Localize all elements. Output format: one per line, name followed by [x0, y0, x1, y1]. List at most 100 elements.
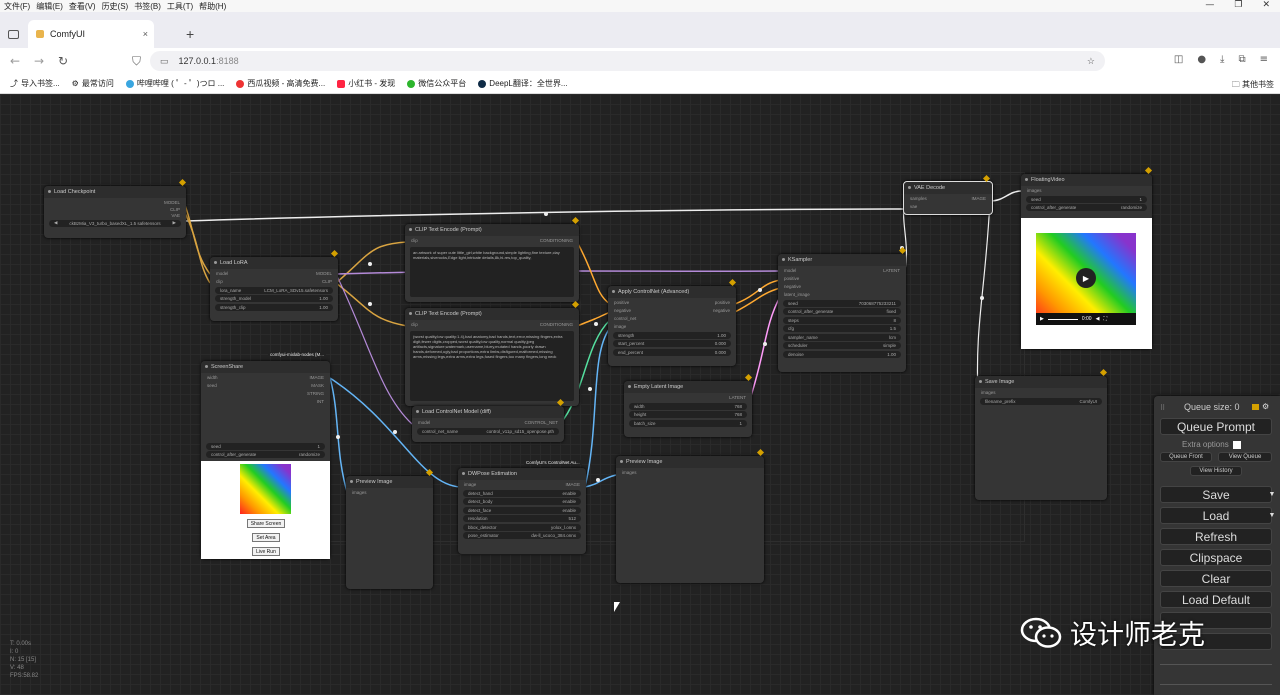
ckpt-name-widget[interactable]: ◀ ckBzMia_V3_turbo_basedXL_1.5 safetensor… [49, 219, 181, 227]
steps-widget[interactable]: steps 8 [783, 316, 901, 324]
input-images[interactable]: images [1027, 188, 1042, 193]
denoise-widget[interactable]: denoise 1.00 [783, 350, 901, 358]
fullscreen-icon[interactable]: ⛶ [1103, 316, 1107, 322]
set-area-button[interactable]: Set Area [252, 533, 280, 542]
tab-comfyui[interactable]: ComfyUI × [28, 20, 154, 48]
output-control-net[interactable]: CONTROL_NET [524, 420, 558, 425]
input-latent-image[interactable]: latent_image [784, 292, 810, 297]
output-image[interactable]: IMAGE [971, 196, 986, 201]
page-info-icon[interactable]: ▭ [160, 56, 169, 67]
node-apply-controlnet[interactable]: Apply ControlNet (Advanced) positive posi… [608, 286, 736, 366]
output-model[interactable]: MODEL [316, 271, 332, 276]
input-images[interactable]: images [981, 390, 996, 395]
bookmark-star-icon[interactable]: ☆ [1087, 56, 1095, 67]
start-percent-widget[interactable]: start_percent 0.000 [613, 340, 731, 347]
queue-front-button[interactable]: Queue Front [1160, 452, 1212, 462]
video-controls[interactable]: ▶ 0:00 ◀ ⛶ [1036, 313, 1136, 325]
node-preview-image-pose[interactable]: Preview Image images [616, 456, 764, 583]
input-clip[interactable]: clip [411, 322, 418, 327]
load-button[interactable]: Load [1160, 507, 1272, 524]
detect-face-widget[interactable]: detect_face enable [463, 506, 581, 514]
menu-tools[interactable]: 工具(T) [167, 1, 193, 12]
account-icon[interactable]: ● [1197, 54, 1206, 65]
control-after-generate-widget[interactable]: control_after_generate randomize [206, 451, 325, 458]
back-arrow-icon[interactable]: ← [10, 54, 20, 68]
minimize-button[interactable]: — [1205, 0, 1214, 10]
filename-prefix-widget[interactable]: filename_prefix ComfyUI [980, 397, 1102, 405]
prompt-textarea[interactable]: (worst quality,low quality:1.4),bad anat… [410, 331, 574, 401]
play-small-icon[interactable]: ▶ [1040, 316, 1044, 322]
bookmark-deepl[interactable]: DeepL翻译：全世界... [478, 78, 568, 89]
node-load-controlnet[interactable]: Load ControlNet Model (diff) model CONTRO… [412, 406, 564, 442]
input-negative[interactable]: negative [614, 308, 631, 313]
control-after-generate-widget[interactable]: control_after_generate fixed [783, 308, 901, 315]
extra-options-checkbox[interactable] [1232, 440, 1241, 449]
node-floating-video[interactable]: FloatingVideo images seed 1 control_after… [1021, 174, 1152, 349]
cfg-widget[interactable]: cfg 1.5 [783, 325, 901, 332]
end-percent-widget[interactable]: end_percent 0.000 [613, 348, 731, 356]
clipspace-button[interactable]: Clipspace [1160, 549, 1272, 566]
drag-handle-icon[interactable]: ⠿ [1160, 404, 1165, 412]
input-vae[interactable]: vae [910, 204, 917, 209]
menu-bookmarks[interactable]: 书签(B) [134, 1, 161, 12]
share-screen-button[interactable]: Share Screen [247, 519, 285, 528]
output-vae[interactable]: VAE [171, 213, 180, 218]
menu-file[interactable]: 文件(F) [4, 1, 30, 12]
strength-model-widget[interactable]: strength_model 1.00 [215, 295, 333, 302]
bookmark-bilibili[interactable]: 哔哩哔哩 ( ゜- ゜)つロ ... [125, 78, 224, 89]
reload-icon[interactable]: ↻ [58, 54, 68, 68]
output-int[interactable]: INT [317, 399, 324, 404]
save-dropdown-icon[interactable]: ▼ [1266, 487, 1278, 502]
volume-icon[interactable]: ◀ [1096, 316, 1100, 322]
close-window-button[interactable]: ✕ [1262, 0, 1270, 10]
restore-button[interactable]: ❐ [1234, 0, 1242, 10]
input-clip[interactable]: clip [216, 279, 223, 284]
app-menu-icon[interactable]: ≡ [1260, 54, 1268, 65]
input-positive[interactable]: positive [784, 276, 799, 281]
control-after-generate-widget[interactable]: control_after_generate randomize [1026, 204, 1147, 211]
load-default-button[interactable]: Load Default [1160, 591, 1272, 608]
strength-widget[interactable]: strength 1.00 [613, 331, 731, 339]
image-icon[interactable] [1252, 404, 1259, 410]
output-latent[interactable]: LATENT [883, 268, 900, 273]
seed-widget[interactable]: seed 1 [1026, 195, 1147, 203]
menu-edit[interactable]: 编辑(E) [36, 1, 63, 12]
input-model[interactable]: model [216, 271, 228, 276]
comfyui-canvas[interactable]: Load Checkpoint MODEL CLIP VAE ◀ ckBzMia_… [0, 94, 1280, 695]
input-image[interactable]: image [614, 324, 626, 329]
shield-icon[interactable]: ⛉ [132, 54, 141, 69]
node-dwpose-estimation[interactable]: DWPose Estimation image IMAGE detect_hand… [458, 468, 586, 554]
video-player[interactable]: ▶ ▶ 0:00 ◀ ⛶ [1021, 218, 1152, 349]
forward-arrow-icon[interactable]: → [34, 54, 44, 68]
video-progress[interactable] [1047, 318, 1078, 320]
node-load-lora[interactable]: Load LoRA model MODEL clip CLIP lora_name L… [210, 257, 338, 321]
seed-widget[interactable]: seed 703068775233211 [783, 299, 901, 307]
output-model[interactable]: MODEL [164, 200, 180, 205]
output-negative[interactable]: negative [713, 308, 730, 313]
settings-gear-icon[interactable]: ⚙ [1262, 402, 1269, 411]
bookmark-most-visited[interactable]: ⚙ 最常访问 [72, 78, 114, 89]
downloads-icon[interactable]: ⤓ [1220, 54, 1224, 65]
output-string[interactable]: STRING [307, 391, 324, 396]
input-control-net[interactable]: control_net [614, 316, 636, 321]
node-clip-text-encode-positive[interactable]: CLIP Text Encode (Prompt) clip CONDITIONI… [405, 224, 579, 302]
sampler-name-widget[interactable]: sampler_name lcm [783, 333, 901, 341]
bookmark-xiaohongshu[interactable]: 小红书 - 发现 [337, 78, 395, 89]
input-width[interactable]: width [207, 375, 218, 380]
node-ksampler[interactable]: KSampler model LATENT positive negative l… [778, 254, 906, 372]
resolution-widget[interactable]: resolution 512 [463, 515, 581, 522]
menu-help[interactable]: 帮助(H) [199, 1, 226, 12]
other-bookmarks[interactable]: 🗀 其他书签 [1232, 79, 1274, 93]
input-seed[interactable]: seed [207, 383, 217, 388]
strength-clip-widget[interactable]: strength_clip 1.00 [215, 303, 333, 311]
bookmark-import[interactable]: ⤴ 导入书签... [10, 78, 60, 89]
menu-history[interactable]: 历史(S) [102, 1, 129, 12]
pocket-icon[interactable]: ◫ [1174, 54, 1183, 65]
pose-estimator-widget[interactable]: pose_estimator dw-ll_ucoco_384.onnx [463, 532, 581, 539]
view-history-button[interactable]: View History [1190, 466, 1242, 476]
output-latent[interactable]: LATENT [729, 395, 746, 400]
node-load-checkpoint[interactable]: Load Checkpoint MODEL CLIP VAE ◀ ckBzMia_… [44, 186, 186, 238]
input-clip[interactable]: clip [411, 238, 418, 243]
output-image[interactable]: IMAGE [565, 482, 580, 487]
scheduler-widget[interactable]: scheduler simple [783, 342, 901, 349]
